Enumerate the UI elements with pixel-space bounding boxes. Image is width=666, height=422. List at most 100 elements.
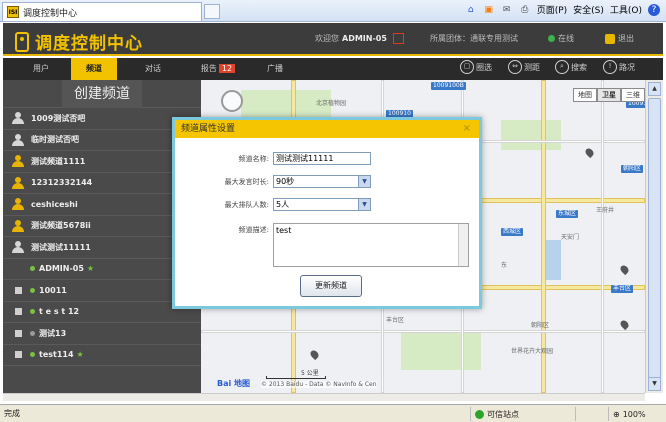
member-checkbox[interactable] — [15, 308, 22, 316]
security-icon[interactable] — [575, 407, 605, 421]
help-icon[interactable]: ? — [648, 3, 660, 16]
edit-icon[interactable] — [392, 33, 404, 44]
tab-dialog[interactable]: 对话 — [133, 58, 173, 80]
user-group-icon — [11, 241, 25, 254]
tab-users[interactable]: 用户 — [21, 58, 61, 80]
user-marker[interactable]: 朝阳区 — [621, 165, 644, 173]
pan-control[interactable] — [221, 90, 243, 112]
textarea-scrollbar[interactable] — [458, 224, 468, 266]
tools-menu[interactable]: 工具(O) — [610, 3, 642, 16]
map-pin-icon[interactable] — [618, 263, 631, 276]
zoom-control[interactable]: ⊕ 100% — [608, 407, 664, 421]
member-item[interactable]: 测试13 — [3, 323, 201, 345]
member-name: 10011 — [39, 285, 67, 295]
user-marker[interactable]: 东城区 — [556, 210, 579, 218]
member-checkbox[interactable] — [15, 329, 22, 337]
map-type-3d[interactable]: 三维 — [621, 88, 645, 102]
map-type-satellite[interactable]: 卫星 — [597, 88, 621, 102]
page-menu[interactable]: 页面(P) — [537, 3, 567, 16]
user-marker[interactable]: 西城区 — [501, 228, 524, 236]
map-label: 天安门 — [561, 234, 580, 241]
user-marker[interactable]: 1009100B — [431, 82, 466, 90]
tab-report[interactable]: 报告 12 — [193, 58, 243, 80]
report-badge: 12 — [218, 64, 236, 73]
print-icon[interactable]: ⎙ — [519, 4, 531, 16]
walkie-talkie-icon — [15, 31, 29, 52]
traffic-icon: ! — [603, 60, 617, 74]
chevron-down-icon: ▼ — [358, 176, 370, 187]
member-name: 测试13 — [39, 328, 67, 338]
member-name: ADMIN-05 — [39, 264, 84, 274]
user-group-icon — [11, 155, 25, 168]
duration-row: 最大发言时长: 90秒 ▼ — [175, 175, 479, 189]
app-title: 调度控制中心 — [35, 34, 143, 54]
app-favicon-icon: ISI — [7, 6, 19, 18]
member-checkbox[interactable] — [15, 286, 22, 294]
browser-tab[interactable]: ISI 调度控制中心 — [2, 2, 202, 21]
max-queue-select[interactable]: 5人 ▼ — [273, 198, 371, 211]
channel-name: ceshiceshi — [31, 199, 78, 209]
map-pin-icon[interactable] — [308, 348, 321, 361]
create-channel-button[interactable]: 创建频道 — [3, 80, 201, 108]
queue-row: 最大排队人数: 5人 ▼ — [175, 198, 479, 212]
browser-statusbar: 完成 可信站点 ⊕ 100% — [0, 404, 666, 422]
member-name: test114 — [39, 350, 74, 360]
welcome-label: 欢迎您 — [315, 34, 339, 43]
zoom-icon: ⊕ — [613, 409, 620, 419]
map-pin-icon[interactable] — [618, 318, 631, 331]
dialog-header: 频道属性设置 × — [175, 120, 479, 138]
online-status: 在线 — [548, 33, 574, 44]
channel-name: 测试频道1111 — [31, 156, 86, 166]
search-tool[interactable]: ⌕ 搜索 — [555, 60, 587, 74]
map-type-map[interactable]: 地图 — [573, 88, 597, 102]
map-type-switch: 地图 卫星 三维 — [573, 88, 645, 102]
max-duration-select[interactable]: 90秒 ▼ — [273, 175, 371, 188]
lasso-tool[interactable]: ▢ 圈选 — [460, 60, 492, 74]
mail-icon[interactable]: ✉ — [501, 4, 513, 16]
channel-desc-textarea[interactable]: test — [273, 223, 469, 267]
star-icon: ★ — [76, 350, 84, 360]
member-name: t e s t 12 — [39, 307, 80, 317]
traffic-tool[interactable]: ! 路况 — [603, 60, 635, 74]
measure-tool[interactable]: ⇔ 测距 — [508, 60, 540, 74]
logout-icon — [605, 33, 615, 44]
channel-name-input[interactable]: 测试测试11111 — [273, 152, 371, 165]
dialog-title: 频道属性设置 — [181, 124, 236, 134]
safety-menu[interactable]: 安全(S) — [573, 3, 604, 16]
map-pin-icon[interactable] — [583, 146, 596, 159]
chevron-down-icon: ▼ — [358, 199, 370, 210]
app-logo: 调度控制中心 — [15, 29, 143, 54]
welcome-info: 欢迎您 ADMIN-05 — [315, 33, 404, 44]
logout-button[interactable]: 退出 — [605, 33, 634, 44]
home-icon[interactable]: ⌂ — [465, 4, 477, 16]
scroll-up-icon[interactable]: ▲ — [648, 82, 661, 96]
online-icon — [548, 35, 555, 42]
map-label: 世界花卉大观园 — [511, 348, 554, 355]
member-item[interactable]: test114 ★ — [3, 345, 201, 366]
logout-label: 退出 — [618, 34, 634, 43]
scroll-down-icon[interactable]: ▼ — [648, 377, 661, 391]
star-icon: ★ — [86, 264, 95, 274]
member-checkbox[interactable] — [15, 351, 22, 359]
map-copyright: © 2013 Baidu - Data © NavInfo & Cen — [261, 381, 377, 388]
scale-label: 5 公里 — [301, 370, 319, 377]
browser-tabbar: ISI 调度控制中心 ⌂ ▣ ✉ ⎙ 页面(P) 安全(S) 工具(O) ? — [0, 0, 666, 22]
desc-label: 频道描述: — [238, 226, 269, 234]
app-header: 调度控制中心 欢迎您 ADMIN-05 所属团体：通联专用测试 在线 退出 — [3, 23, 663, 56]
group-info: 所属团体：通联专用测试 — [430, 33, 518, 44]
user-group-icon — [11, 176, 25, 189]
tab-channels[interactable]: 频道 — [71, 58, 117, 80]
close-icon[interactable]: × — [463, 120, 471, 138]
duration-label: 最大发言时长: — [224, 178, 269, 186]
main-nav: 用户 频道 对话 报告 12 广播 ▢ 圈选 ⇔ 测距 ⌕ 搜索 ! 路况 — [3, 58, 663, 80]
update-channel-button[interactable]: 更新频道 — [300, 275, 362, 297]
vertical-scrollbar[interactable]: ▲ ▼ — [645, 80, 663, 393]
horizontal-scrollbar[interactable] — [3, 393, 645, 401]
channel-name: 临时测试否吧 — [31, 135, 79, 145]
scroll-thumb[interactable] — [648, 98, 661, 378]
user-marker[interactable]: 丰台区 — [611, 285, 634, 293]
tab-broadcast[interactable]: 广播 — [255, 58, 295, 80]
desc-row: 频道描述: test — [175, 223, 479, 267]
feeds-icon[interactable]: ▣ — [483, 4, 495, 16]
new-tab-button[interactable] — [204, 4, 220, 19]
